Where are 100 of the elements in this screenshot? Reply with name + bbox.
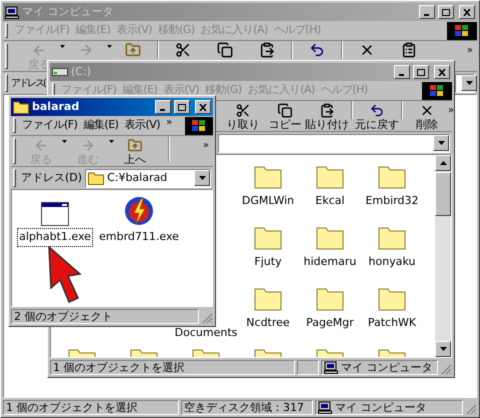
close-button[interactable] <box>434 65 450 79</box>
folder-label[interactable]: Ekcal <box>315 193 345 210</box>
folder-icon <box>378 165 406 189</box>
folder-label[interactable]: PageMgr <box>306 315 354 332</box>
toolbar-button[interactable]: 上へ <box>114 136 156 166</box>
folder-icon <box>378 226 406 250</box>
maximize-button[interactable] <box>174 100 190 114</box>
dropdown-button[interactable] <box>433 135 449 151</box>
menu-item[interactable]: ファイル(F) <box>22 117 78 134</box>
close-icon <box>199 104 207 110</box>
address-field[interactable] <box>218 134 450 152</box>
window-title: マイ コンピュータ <box>22 4 114 20</box>
folder-icon <box>254 165 282 189</box>
arrow-right-icon <box>80 138 96 153</box>
folder-label[interactable]: Fjuty <box>254 254 282 270</box>
caret-icon <box>198 176 206 180</box>
toolbar-button[interactable]: 削除 <box>406 101 448 131</box>
caret-icon <box>466 81 472 85</box>
drive-icon <box>52 67 68 77</box>
status-pane: 1 個のオブジェクトを選択 <box>50 360 295 374</box>
more-menu-chevron[interactable]: » <box>166 115 172 130</box>
minimize-button[interactable] <box>394 65 410 79</box>
cursor-arrow-icon <box>48 246 82 304</box>
clipboard-icon <box>259 42 275 58</box>
status-pane: 空きディスク領域：317 <box>181 400 313 414</box>
caret-icon[interactable] <box>60 45 65 48</box>
address-field[interactable] <box>455 74 475 92</box>
folder-icon <box>254 287 282 311</box>
arrow-right-icon <box>78 42 94 58</box>
clipboard-icon <box>319 103 335 118</box>
caret-icon[interactable] <box>107 45 112 48</box>
caret-icon <box>438 141 444 145</box>
close-button[interactable] <box>195 100 211 114</box>
file-label[interactable]: embrd711.exe <box>97 228 181 246</box>
close-icon <box>463 8 471 16</box>
toolbar-grip[interactable] <box>13 138 16 164</box>
toolbar-button[interactable]: コピー <box>264 101 306 131</box>
flag-logo-icon <box>192 120 206 132</box>
clipboard-list-icon <box>401 42 417 58</box>
caret-icon[interactable] <box>62 140 67 143</box>
menu-item[interactable]: 表示(V) <box>124 117 160 134</box>
caret-icon[interactable] <box>109 140 114 143</box>
folder-label[interactable]: Embird32 <box>365 193 418 210</box>
more-tools-chevron[interactable]: » <box>202 138 209 153</box>
folder-up-icon <box>127 138 143 153</box>
folder-label[interactable]: PatchWK <box>368 315 416 332</box>
status-pane: マイ コンピュータ <box>315 400 463 414</box>
folder-icon <box>316 165 344 189</box>
maximize-icon <box>178 104 186 110</box>
dropdown-button[interactable] <box>461 75 477 91</box>
more-tools-chevron[interactable]: » <box>466 43 473 58</box>
menu-item[interactable]: 編集(E) <box>83 117 118 134</box>
status-pane: 2 個のオブジェクト <box>11 308 199 324</box>
status-pane: マイ コンピュータ <box>321 360 438 374</box>
folder-label[interactable]: hidemaru <box>304 254 356 270</box>
undo-icon <box>369 103 385 118</box>
folder-label[interactable]: DGMLWin <box>242 193 294 210</box>
window-title: balarad <box>32 98 80 115</box>
toolbar-grip[interactable] <box>13 118 16 133</box>
scissors-icon <box>175 42 191 58</box>
resize-grip-icon[interactable] <box>440 363 452 375</box>
address-field[interactable]: C:¥balarad <box>85 168 211 188</box>
dropdown-button[interactable] <box>194 170 210 186</box>
more-tools-chevron[interactable]: » <box>448 103 454 118</box>
scrollbar[interactable] <box>435 155 451 357</box>
folder-label[interactable]: Ncdtree <box>246 315 290 332</box>
maximize-icon <box>417 68 425 76</box>
minimize-button[interactable] <box>419 5 435 19</box>
flag-logo-icon <box>455 24 469 36</box>
scissors-icon <box>235 103 251 118</box>
toolbar-button[interactable]: り取り <box>222 101 264 131</box>
maximize-button[interactable] <box>413 65 429 79</box>
toolbar-button[interactable]: 貼り付け <box>306 101 348 131</box>
undo-icon <box>309 42 325 58</box>
folder-label[interactable]: Documents <box>174 325 238 342</box>
resize-grip-icon[interactable] <box>465 403 477 415</box>
toolbar-grip[interactable] <box>5 23 8 38</box>
toolbar-grip[interactable] <box>5 43 8 69</box>
copy-icon <box>277 103 293 118</box>
copy-icon <box>217 42 233 58</box>
down-arrow-icon <box>440 347 446 351</box>
minimize-button[interactable] <box>155 100 171 114</box>
lightning-badge-icon <box>124 196 154 226</box>
window-title: (C:) <box>71 64 91 80</box>
status-pane <box>297 360 319 374</box>
scrollbar-thumb[interactable] <box>435 172 451 216</box>
computer-icon <box>5 6 19 18</box>
close-icon <box>438 68 446 76</box>
folder-icon <box>254 226 282 250</box>
close-button[interactable] <box>459 5 475 19</box>
up-arrow-icon <box>440 161 446 165</box>
folder-icon <box>316 226 344 250</box>
toolbar-button[interactable]: 元に戻す <box>356 101 398 131</box>
toolbar-grip[interactable] <box>13 169 16 187</box>
resize-grip-icon[interactable] <box>201 312 213 324</box>
maximize-button[interactable] <box>438 5 454 19</box>
toolbar-grip[interactable] <box>5 74 8 92</box>
status-pane: 1 個のオブジェクトを選択 <box>3 400 179 414</box>
file-label[interactable]: alphabt1.exe <box>17 228 93 246</box>
folder-label[interactable]: honyaku <box>368 254 416 270</box>
